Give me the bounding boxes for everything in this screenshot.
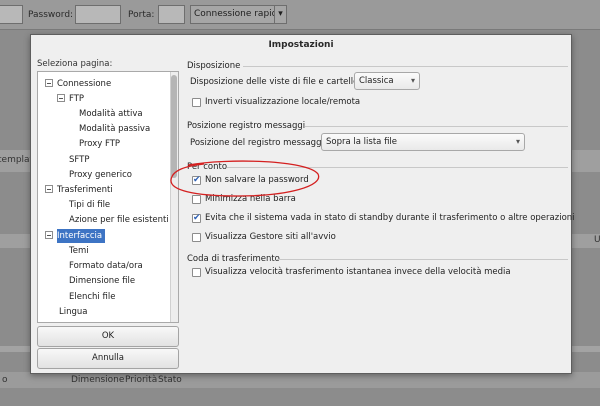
log-position-label: Posizione del registro messaggi:	[190, 138, 327, 148]
group-title-transfer-queue: Coda di trasferimento	[187, 254, 280, 264]
page-select-label: Seleziona pagina:	[37, 59, 113, 69]
layout-select-value: Classica	[359, 76, 394, 86]
tree-item-ftp[interactable]: FTP	[57, 92, 84, 106]
settings-page-tree[interactable]: Connessione FTP Modalità attiva Modalità…	[37, 71, 179, 323]
tree-item-trasferimenti[interactable]: Trasferimenti	[45, 183, 113, 197]
background-host-field	[0, 5, 23, 24]
tree-item-label: FTP	[69, 94, 85, 104]
prevent-standby-checkbox[interactable]	[192, 212, 201, 224]
dialog-title: Impostazioni	[268, 40, 334, 50]
background-password-field	[75, 5, 121, 24]
background-port-label: Porta:	[128, 10, 155, 20]
tree-item-sftp[interactable]: SFTP	[69, 153, 89, 167]
instant-speed-checkbox[interactable]	[192, 268, 201, 277]
prevent-standby-label: Evita che il sistema vada in stato di st…	[205, 213, 575, 223]
collapse-icon[interactable]	[45, 231, 53, 239]
background-partial-text: templat	[0, 155, 34, 165]
tree-item-temi[interactable]: Temi	[69, 244, 89, 258]
group-divider	[305, 126, 568, 127]
tree-item-interfaccia[interactable]: Interfaccia	[57, 229, 106, 243]
tree-item-lingua[interactable]: Lingua	[59, 305, 87, 319]
background-quickconnect-dropdown-icon: ▾	[274, 5, 287, 24]
settings-dialog: Impostazioni Seleziona pagina: Connessio…	[30, 34, 575, 374]
layout-select[interactable]: Classica ▾	[354, 72, 420, 90]
tree-item-interfaccia-row[interactable]: Interfaccia	[45, 229, 106, 243]
background-column-status: Stato	[158, 375, 182, 385]
group-divider	[277, 259, 568, 260]
group-divider	[243, 66, 568, 67]
collapse-icon[interactable]	[57, 94, 65, 102]
background-column-size: Dimensione	[71, 375, 125, 385]
background-status-partial: o	[2, 375, 8, 385]
tree-item-tipi-di-file[interactable]: Tipi di file	[69, 198, 110, 212]
tree-item-elenchi-file[interactable]: Elenchi file	[69, 290, 115, 304]
chevron-down-icon: ▾	[410, 76, 415, 85]
invert-view-checkbox[interactable]	[192, 98, 201, 107]
layout-label: Disposizione delle viste di file e carte…	[190, 77, 362, 87]
background-toolbar: Password: Porta: Connessione rapida ▾	[0, 0, 600, 30]
tree-item-proxy-ftp[interactable]: Proxy FTP	[79, 137, 120, 151]
instant-speed-label: Visualizza velocità trasferimento istant…	[205, 267, 511, 277]
group-title-log-position: Posizione registro messaggi	[187, 121, 306, 131]
tree-item-connessione[interactable]: Connessione	[45, 77, 111, 91]
invert-view-label: Inverti visualizzazione locale/remota	[205, 97, 361, 107]
tree-item-label: Trasferimenti	[57, 185, 113, 195]
background-quickconnect-button: Connessione rapida	[190, 5, 287, 24]
collapse-icon[interactable]	[45, 79, 53, 87]
ok-button[interactable]: OK	[37, 326, 179, 347]
tree-item-label: Connessione	[57, 79, 112, 89]
site-manager-startup-label: Visualizza Gestore siti all'avvio	[205, 232, 336, 242]
annotation-ellipse	[170, 160, 320, 197]
chevron-down-icon: ▾	[515, 137, 520, 146]
background-port-field	[158, 5, 185, 24]
cancel-button[interactable]: Annulla	[37, 348, 179, 369]
log-position-select[interactable]: Sopra la lista file ▾	[321, 133, 525, 151]
tree-item-modalita-attiva[interactable]: Modalità attiva	[79, 107, 143, 121]
tree-item-proxy-generico[interactable]: Proxy generico	[69, 168, 132, 182]
site-manager-startup-checkbox[interactable]	[192, 233, 201, 242]
tree-item-modalita-passiva[interactable]: Modalità passiva	[79, 122, 150, 136]
annotation-ellipse-stroke	[170, 160, 320, 197]
background-right-partial-text: U	[594, 235, 600, 245]
background-column-priority: Priorità	[125, 375, 158, 385]
collapse-icon[interactable]	[45, 185, 53, 193]
tree-item-formato-data-ora[interactable]: Formato data/ora	[69, 259, 143, 273]
group-title-disposizione: Disposizione	[187, 61, 241, 71]
tree-item-dimensione-file[interactable]: Dimensione file	[69, 274, 135, 288]
background-password-label: Password:	[28, 10, 74, 20]
log-position-select-value: Sopra la lista file	[326, 137, 398, 147]
tree-item-azione-file-esistenti[interactable]: Azione per file esistenti	[69, 213, 169, 227]
